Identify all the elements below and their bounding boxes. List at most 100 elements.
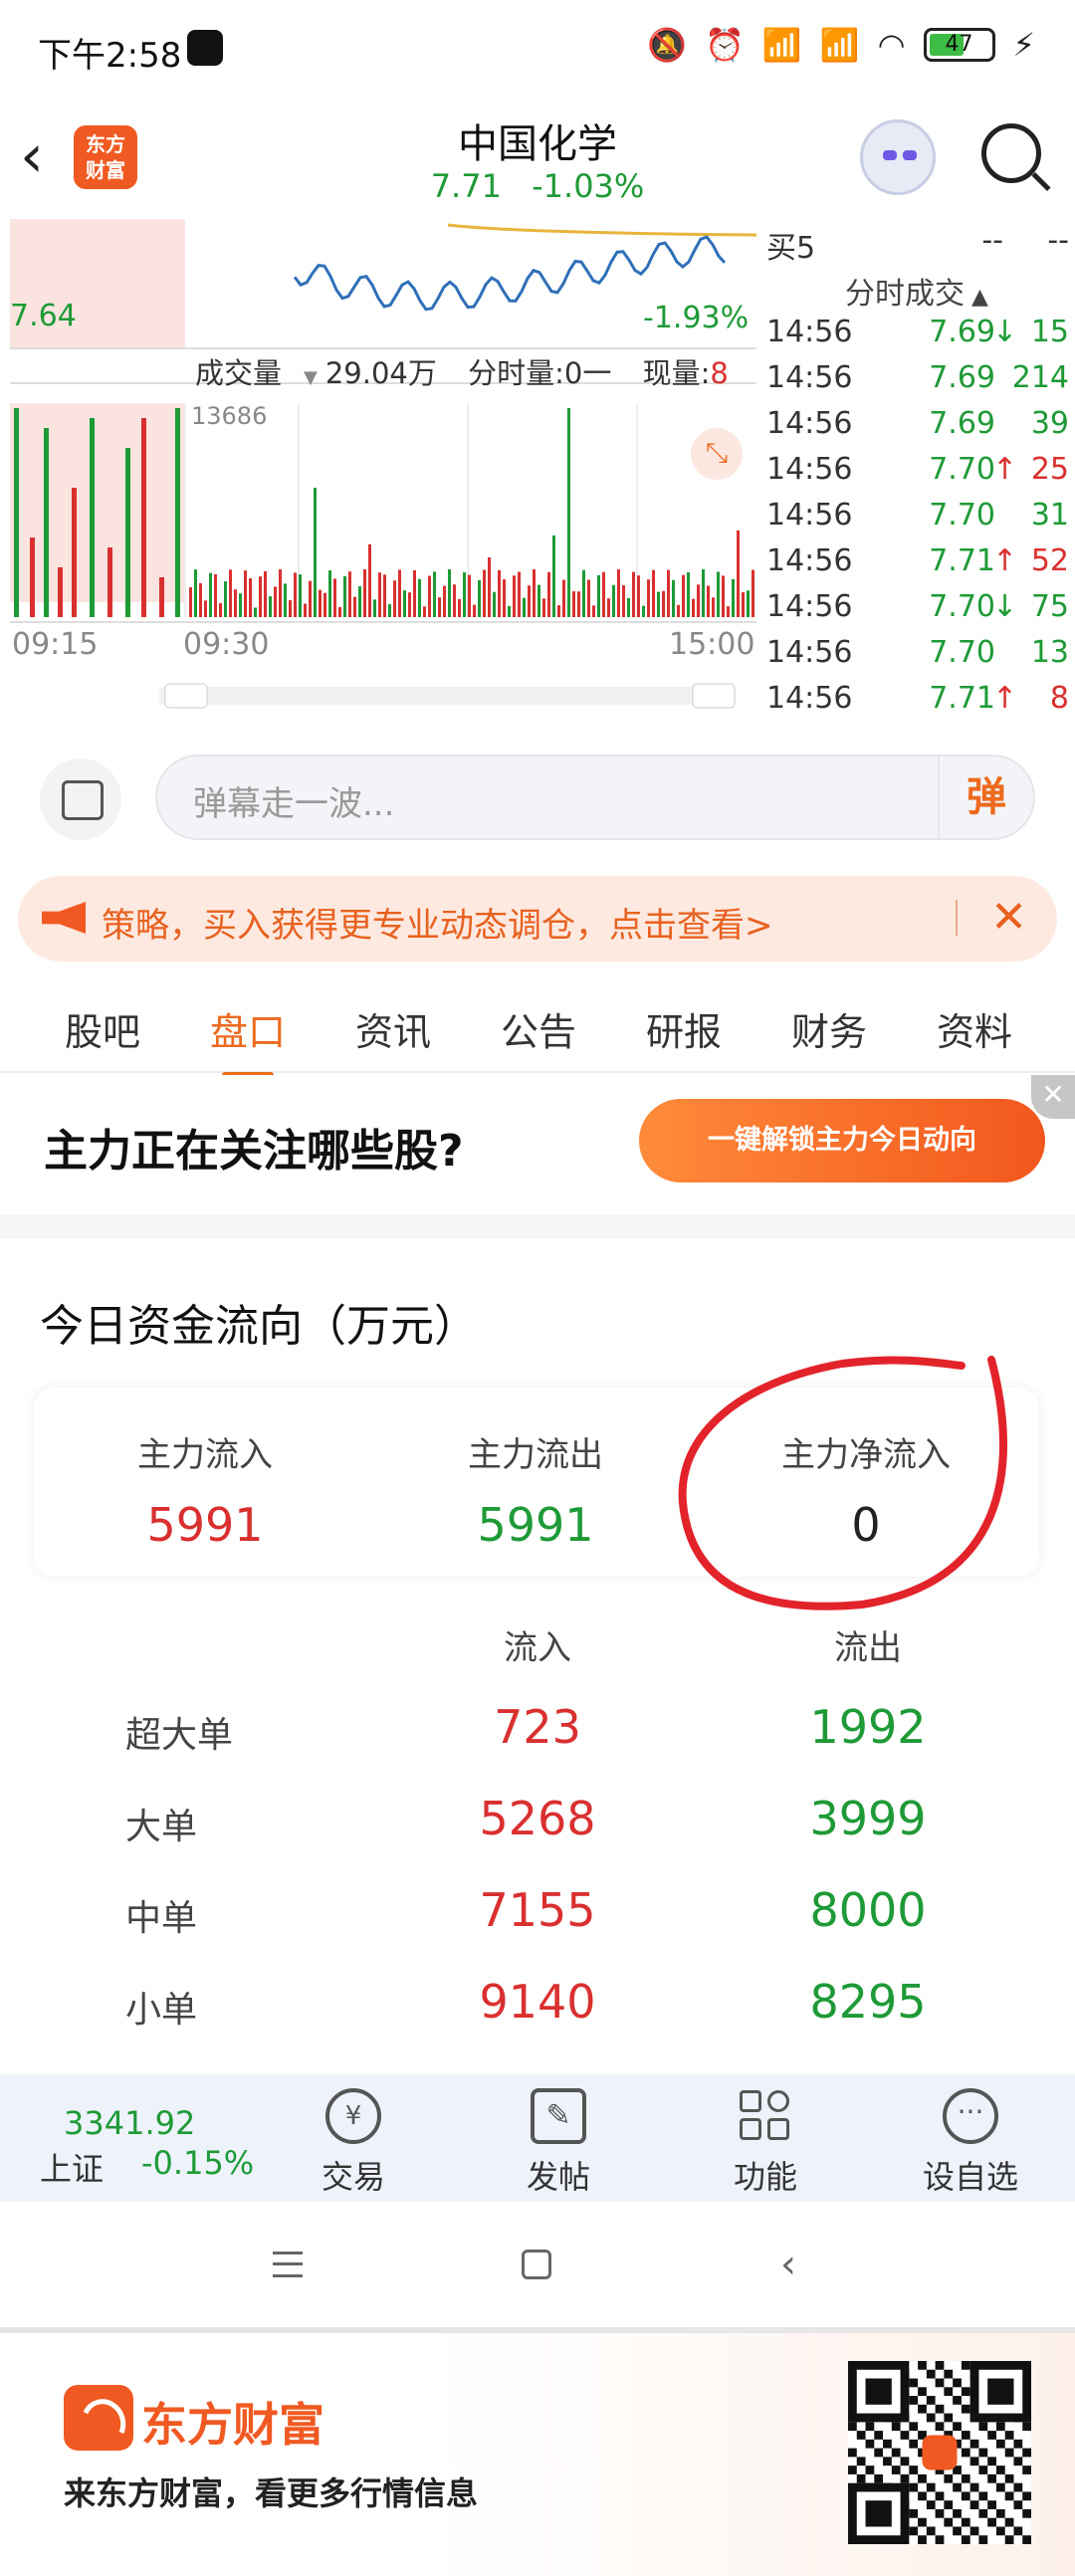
volume-bar xyxy=(538,584,540,617)
x-label-start: 09:15 xyxy=(12,627,99,662)
volume-max-label: 13686 xyxy=(191,402,268,430)
mainforce-question: 主力正在关注哪些股? xyxy=(44,1126,464,1177)
danmaku-settings-icon[interactable] xyxy=(40,758,121,840)
volume-bar xyxy=(747,590,750,617)
col-outflow-header: 流出 xyxy=(834,1628,902,1668)
volume-bar xyxy=(682,574,685,617)
flow-row-outflow: 3999 xyxy=(809,1792,927,1845)
edit-icon: ✎ xyxy=(531,2088,586,2144)
mainforce-outflow-value: 5991 xyxy=(477,1498,594,1552)
search-icon[interactable] xyxy=(981,123,1041,183)
mainforce-inflow-value: 5991 xyxy=(146,1498,264,1552)
nav-post[interactable]: ✎ 发帖 xyxy=(484,2088,633,2198)
status-time: 下午2:58 xyxy=(38,36,182,76)
danmaku-input[interactable]: 弹幕走一波... 弹 xyxy=(155,754,1035,840)
bid5-volume: -- xyxy=(1047,223,1069,258)
volume-bar xyxy=(418,578,421,617)
tab-1[interactable]: 盘口 xyxy=(175,1001,321,1078)
volume-bar xyxy=(368,543,371,617)
volume-bar xyxy=(622,585,625,617)
flow-row-outflow: 1992 xyxy=(809,1700,927,1754)
nav-functions[interactable]: 功能 xyxy=(691,2088,840,2198)
trade-time: 14:56 xyxy=(766,543,853,578)
trade-volume: 25 xyxy=(1030,452,1069,487)
volume-bar xyxy=(229,569,232,617)
tab-5[interactable]: 财务 xyxy=(756,1001,902,1056)
volume-bar xyxy=(125,448,130,617)
close-icon[interactable]: ✕ xyxy=(990,892,1027,943)
nav-functions-label: 功能 xyxy=(733,2158,797,2196)
volume-label[interactable]: 成交量 xyxy=(195,356,282,390)
flow-row-outflow: 8295 xyxy=(809,1975,927,2029)
trade-ticker[interactable]: 买5 -- -- 分时成交 ▲ 14:56 7.69 ↓ 15 14:56 7.69 214… xyxy=(758,219,1075,727)
volume-bar xyxy=(388,604,391,617)
volume-bar xyxy=(443,585,446,617)
flow-row-inflow: 9140 xyxy=(479,1975,596,2029)
volume-bar xyxy=(508,605,511,617)
volume-bar xyxy=(209,572,212,617)
battery-level: 47 xyxy=(945,32,973,57)
intraday-chart[interactable]: 7.64 -1.93% 成交量 ▼ 29.04万 分时量:0一 现量:8 13686… xyxy=(0,219,756,727)
volume-bar xyxy=(348,571,351,617)
system-back-icon[interactable]: ‹ xyxy=(780,2242,796,2287)
flow-row-outflow: 8000 xyxy=(809,1883,927,1937)
volume-bar xyxy=(328,570,331,617)
trade-list-header[interactable]: 分时成交 ▲ xyxy=(758,269,1075,315)
volume-bar xyxy=(607,598,610,617)
index-change: -0.15% xyxy=(141,2144,255,2182)
recent-apps-icon[interactable] xyxy=(273,2252,303,2277)
flow-row-inflow: 5268 xyxy=(479,1792,596,1845)
trade-volume: 214 xyxy=(1011,360,1069,395)
tab-2[interactable]: 资讯 xyxy=(321,1001,466,1056)
trade-volume: 15 xyxy=(1030,315,1069,349)
volume-bar xyxy=(284,583,287,617)
chart-scrollbar[interactable] xyxy=(159,687,737,705)
system-nav-bar: ‹ xyxy=(0,2202,1075,2327)
trade-list-title: 分时成交 xyxy=(845,277,966,312)
promo-text[interactable]: 策略，买入获得更专业动态调仓，点击查看> xyxy=(102,898,773,947)
battery-icon: 47 xyxy=(923,28,995,62)
volume-bar xyxy=(562,579,565,617)
danmaku-send-button[interactable]: 弹 xyxy=(938,756,1033,838)
unlock-mainforce-button[interactable]: 一键解锁主力今日动向 xyxy=(639,1099,1045,1182)
home-icon[interactable] xyxy=(522,2250,551,2279)
volume-bar xyxy=(333,578,336,617)
volume-bar xyxy=(314,488,317,617)
volume-bar xyxy=(423,606,426,617)
volume-bar xyxy=(602,571,605,617)
volume-bar xyxy=(662,590,665,617)
volume-bar xyxy=(408,592,411,617)
volume-bar xyxy=(249,578,252,617)
more-icon: ··· xyxy=(943,2088,998,2144)
volume-bar xyxy=(503,579,506,617)
mainforce-banner[interactable]: 主力正在关注哪些股? 一键解锁主力今日动向 ✕ xyxy=(0,1075,1075,1234)
expand-icon[interactable]: ⤡ xyxy=(691,428,743,480)
trade-row: 14:56 7.69 214 xyxy=(758,360,1075,406)
close-icon[interactable]: ✕ xyxy=(1031,1075,1075,1119)
volume-bar xyxy=(403,590,406,617)
volume-bar xyxy=(712,597,715,617)
trade-price: 7.70 xyxy=(929,452,995,487)
tab-0[interactable]: 股吧 xyxy=(30,1001,175,1056)
nav-trade[interactable]: ¥ 交易 xyxy=(279,2088,428,2198)
volume-bar xyxy=(343,575,346,617)
trade-price: 7.71 xyxy=(929,543,995,578)
tab-3[interactable]: 公告 xyxy=(466,1001,611,1056)
volume-bar xyxy=(632,571,635,617)
col-inflow-header: 流入 xyxy=(504,1628,571,1668)
nav-post-label: 发帖 xyxy=(526,2158,590,2196)
mainforce-outflow: 主力流出 5991 xyxy=(386,1427,685,1552)
volume-bar xyxy=(259,576,262,617)
tab-6[interactable]: 资料 xyxy=(902,1001,1047,1056)
volume-bar xyxy=(647,579,650,617)
tab-4[interactable]: 研报 xyxy=(611,1001,756,1056)
promo-banner[interactable]: 策略，买入获得更专业动态调仓，点击查看> ✕ xyxy=(18,876,1057,962)
volume-bar xyxy=(319,589,322,617)
nav-add-watchlist[interactable]: ··· 设自选 xyxy=(896,2088,1045,2198)
status-bar: 下午2:58 🔕 ⏰ 📶 📶 ◠ 47 ⚡ xyxy=(0,0,1075,100)
trade-volume: 13 xyxy=(1030,635,1069,670)
volume-bar xyxy=(363,569,366,617)
volume-bar xyxy=(393,580,396,617)
stock-header: ‹ 东方 财富 中国化学 7.71 -1.03% xyxy=(0,100,1075,219)
robot-assistant-icon[interactable] xyxy=(860,119,936,195)
